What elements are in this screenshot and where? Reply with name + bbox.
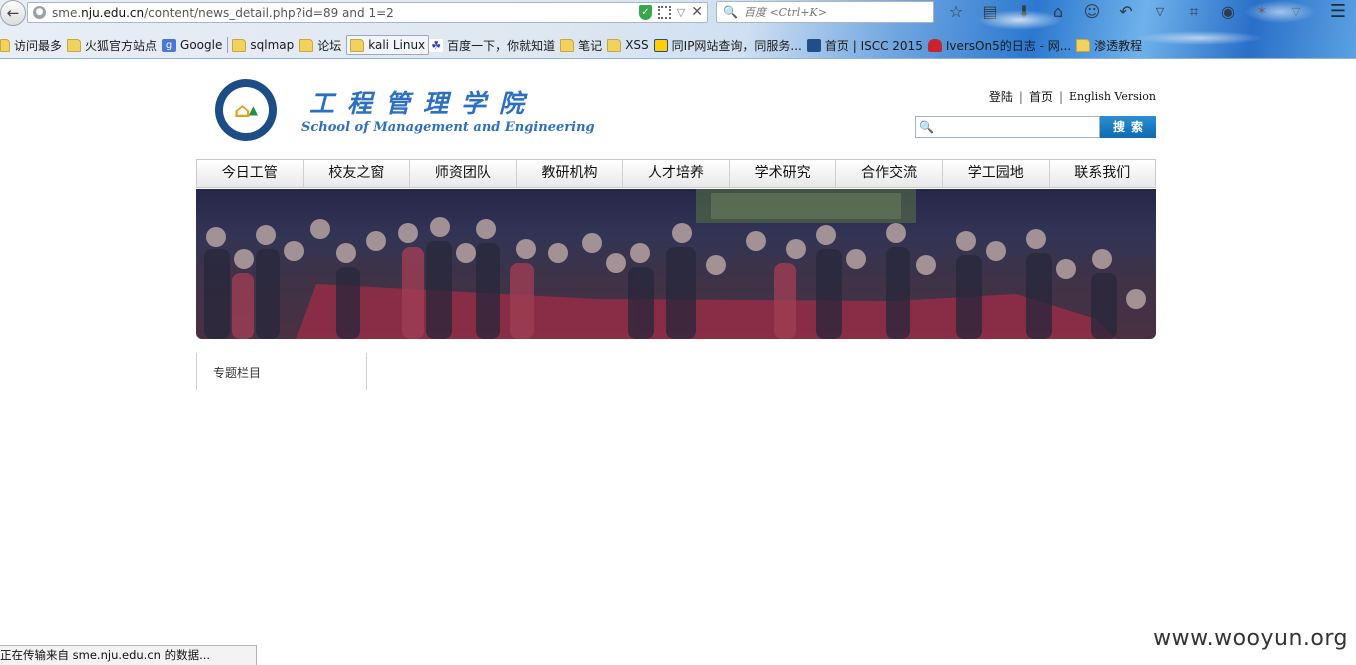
site-title-chinese: 工程管理学院 — [309, 89, 538, 118]
browser-search-input[interactable] — [741, 4, 926, 20]
site-title-english: School of Management and Engineering — [301, 120, 595, 135]
bookmark-item[interactable]: IversOn5的日志 - 网... — [927, 35, 1076, 55]
nav-item[interactable]: 教研机构 — [517, 160, 624, 187]
bookmark-item[interactable]: 渗透教程 — [1076, 35, 1147, 55]
group-photo — [196, 189, 1156, 339]
bookmark-item[interactable]: XSS — [607, 35, 653, 55]
english-version-link[interactable]: English Version — [1069, 90, 1156, 103]
shield-icon[interactable]: ✓ — [638, 4, 652, 20]
close-icon[interactable]: ✕ — [691, 4, 703, 20]
chevron-down-icon[interactable]: ▽ — [1148, 2, 1172, 22]
nav-item[interactable]: 师资团队 — [410, 160, 517, 187]
pin-icon[interactable]: ✶ — [1250, 2, 1274, 22]
sidebar-panel: 专题栏目 — [196, 353, 367, 390]
status-bar: 正在传输来自 sme.nju.edu.cn 的数据... — [0, 645, 257, 665]
folder-icon — [232, 38, 247, 52]
globe-icon: ● — [33, 6, 46, 19]
nav-item[interactable]: 合作交流 — [836, 160, 943, 187]
separator — [227, 37, 229, 53]
nav-item[interactable]: 今日工管 — [197, 160, 304, 187]
qr-code-icon[interactable] — [657, 5, 671, 19]
google-icon: g — [162, 38, 177, 52]
bookmark-item[interactable]: g Google — [162, 35, 227, 55]
main-nav: 今日工管 校友之窗 师资团队 教研机构 人才培养 学术研究 合作交流 学工园地 … — [196, 159, 1156, 188]
site-favicon-icon — [653, 38, 668, 52]
address-bar[interactable]: ● sme.nju.edu.cn/content/news_detail.php… — [27, 2, 708, 23]
browser-search-bar[interactable]: 🔍 — [716, 1, 934, 23]
bookmark-item[interactable]: 笔记 — [560, 35, 607, 55]
nav-item[interactable]: 人才培养 — [623, 160, 730, 187]
search-button[interactable]: 搜索 — [1100, 116, 1156, 138]
folder-icon — [560, 38, 575, 52]
bookmark-item[interactable]: 同IP网站查询，同服务... — [653, 35, 807, 55]
smiley-icon[interactable]: ☺ — [1080, 2, 1104, 22]
browser-chrome: ← ● sme.nju.edu.cn/content/news_detail.p… — [0, 0, 1356, 59]
url-text[interactable]: sme.nju.edu.cn/content/news_detail.php?i… — [52, 6, 394, 20]
bookmark-item[interactable]: kali Linux — [346, 35, 430, 55]
undo-icon[interactable]: ↶ — [1114, 2, 1138, 22]
back-arrow-icon[interactable]: ← — [0, 0, 26, 26]
site-favicon-icon — [806, 38, 821, 52]
site-search-input[interactable] — [933, 119, 1098, 135]
bookmark-item[interactable]: ☘ 百度一下，你就知道 — [429, 35, 560, 55]
bookmark-item[interactable]: sqlmap — [232, 35, 299, 55]
chevron-down-icon[interactable]: ▽ — [1284, 2, 1308, 22]
dropdown-arrow-icon[interactable]: ▽ — [677, 6, 685, 19]
separator: | — [1058, 89, 1063, 104]
bookmark-item[interactable]: 访问最多 — [0, 35, 67, 55]
folder-icon — [1076, 38, 1091, 52]
folder-icon — [0, 38, 10, 52]
folder-icon — [67, 38, 82, 52]
bookmark-star-icon[interactable]: ☆ — [944, 2, 968, 22]
bookmark-item[interactable]: 首页 | ISCC 2015 — [806, 35, 928, 55]
folder-icon — [350, 38, 365, 52]
top-links: 登陆 | 首页 | English Version — [989, 88, 1156, 105]
home-link[interactable]: 首页 — [1029, 88, 1053, 105]
site-favicon-icon — [927, 38, 942, 52]
sidebar-title: 专题栏目 — [213, 366, 262, 380]
bookmark-item[interactable]: 火狐官方站点 — [67, 35, 162, 55]
chat-icon[interactable]: ◉ — [1216, 2, 1240, 22]
hamburger-menu-icon[interactable]: ☰ — [1326, 2, 1350, 22]
download-icon[interactable]: ⬇ — [1012, 2, 1036, 22]
watermark-text: www.wooyun.org — [1153, 626, 1348, 651]
separator: | — [1018, 89, 1023, 104]
nav-item[interactable]: 学工园地 — [943, 160, 1050, 187]
clipboard-icon[interactable]: ▤ — [978, 2, 1002, 22]
nav-item[interactable]: 校友之窗 — [304, 160, 411, 187]
banner-image — [196, 189, 1156, 339]
login-link[interactable]: 登陆 — [989, 88, 1013, 105]
home-icon[interactable]: ⌂ — [1046, 2, 1070, 22]
bookmarks-toolbar: 访问最多 火狐官方站点 g Google sqlmap 论坛 kali Linux… — [0, 34, 1147, 56]
search-icon: 🔍 — [723, 5, 738, 19]
folder-icon — [299, 38, 314, 52]
school-logo[interactable]: ⌂ ▲ — [215, 79, 277, 141]
site-search-box[interactable]: 🔍 — [915, 116, 1100, 138]
baidu-paw-icon: ☘ — [429, 38, 444, 52]
nav-item[interactable]: 联系我们 — [1050, 160, 1156, 187]
crop-icon[interactable]: ⌗ — [1182, 2, 1206, 22]
bookmark-item[interactable]: 论坛 — [299, 35, 346, 55]
search-icon: 🔍 — [919, 120, 934, 134]
folder-icon — [607, 38, 622, 52]
nav-item[interactable]: 学术研究 — [730, 160, 837, 187]
logo-mark-icon: ⌂ ▲ — [223, 87, 269, 133]
